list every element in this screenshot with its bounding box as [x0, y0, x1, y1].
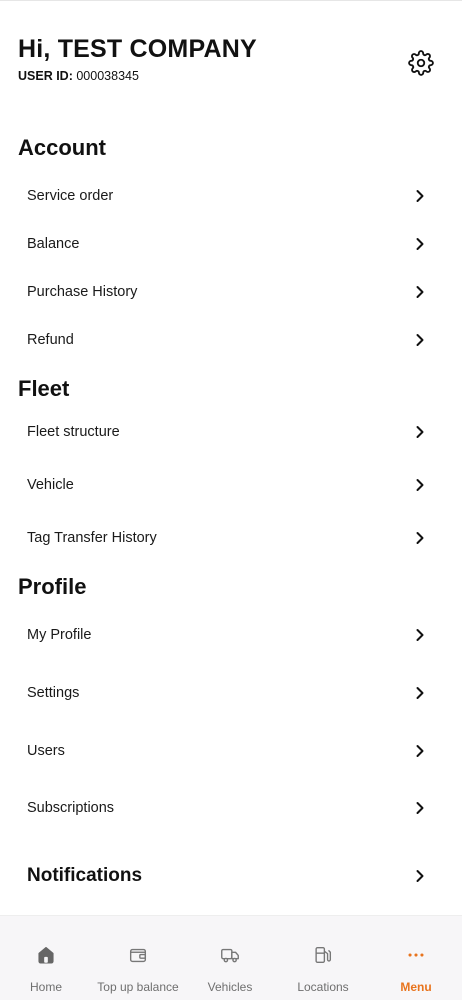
chevron-right-icon [414, 425, 426, 439]
menu-item-label: Purchase History [27, 284, 138, 300]
user-header: Hi, TEST COMPANY USER ID: 000038345 [18, 34, 444, 94]
menu-item-label: Tag Transfer History [27, 530, 157, 546]
chevron-right-icon [414, 333, 426, 347]
chevron-right-icon [414, 801, 426, 815]
menu-item-my-profile[interactable]: My Profile [0, 613, 462, 657]
menu-item-label: Fleet structure [27, 424, 120, 440]
menu-item-label: Vehicle [27, 477, 74, 493]
tab-label: Vehicles [207, 980, 253, 994]
tab-label: Menu [400, 980, 432, 994]
menu-item-refund[interactable]: Refund [0, 318, 462, 362]
more-dots-icon [405, 944, 427, 966]
menu-item-label: Balance [27, 236, 80, 252]
chevron-right-icon [414, 686, 426, 700]
chevron-right-icon [414, 237, 426, 251]
user-id: USER ID: 000038345 [18, 68, 444, 84]
menu-item-settings[interactable]: Settings [0, 671, 462, 715]
chevron-right-icon [414, 189, 426, 203]
tab-label: Locations [297, 980, 349, 994]
settings-gear-button[interactable] [408, 50, 434, 76]
section-title-account: Account [18, 135, 106, 160]
menu-item-notifications[interactable]: Notifications [0, 853, 462, 899]
tab-label: Top up balance [97, 980, 179, 994]
menu-item-users[interactable]: Users [0, 729, 462, 773]
menu-item-label: Service order [27, 188, 114, 204]
section-title-profile: Profile [18, 574, 87, 599]
chevron-right-icon [414, 478, 426, 492]
tab-vehicles[interactable]: Vehicles [184, 916, 276, 1000]
menu-item-label: Refund [27, 332, 74, 348]
tab-locations[interactable]: Locations [276, 916, 370, 1000]
home-icon [35, 944, 57, 966]
menu-item-subscriptions[interactable]: Subscriptions [0, 786, 462, 830]
menu-item-vehicle[interactable]: Vehicle [0, 463, 462, 507]
menu-item-tag-transfer-history[interactable]: Tag Transfer History [0, 516, 462, 560]
wallet-icon [127, 944, 149, 966]
user-id-label: USER ID: [18, 69, 73, 83]
menu-item-label: Settings [27, 685, 80, 701]
menu-item-label: My Profile [27, 627, 92, 643]
top-divider [0, 0, 462, 1]
greeting-title: Hi, TEST COMPANY [18, 35, 257, 63]
menu-item-label: Notifications [27, 865, 143, 886]
fuel-station-icon [312, 944, 334, 966]
menu-item-service-order[interactable]: Service order [0, 174, 462, 218]
tab-menu[interactable]: Menu [370, 916, 462, 1000]
menu-item-purchase-history[interactable]: Purchase History [0, 270, 462, 314]
menu-item-balance[interactable]: Balance [0, 222, 462, 266]
menu-item-label: Users [27, 743, 65, 759]
truck-icon [219, 944, 241, 966]
chevron-right-icon [414, 744, 426, 758]
tab-home[interactable]: Home [0, 916, 92, 1000]
chevron-right-icon [414, 628, 426, 642]
chevron-right-icon [414, 531, 426, 545]
user-id-value: 000038345 [76, 69, 139, 83]
section-title-fleet: Fleet [18, 376, 70, 401]
chevron-right-icon [414, 285, 426, 299]
bottom-tab-bar: Home Top up balance Vehicles Locations M… [0, 915, 462, 1000]
tab-label: Home [29, 980, 62, 994]
tab-top-up-balance[interactable]: Top up balance [92, 916, 184, 1000]
menu-item-label: Subscriptions [27, 800, 115, 816]
gear-icon [408, 50, 434, 76]
chevron-right-icon [414, 869, 426, 883]
menu-item-fleet-structure[interactable]: Fleet structure [0, 410, 462, 454]
